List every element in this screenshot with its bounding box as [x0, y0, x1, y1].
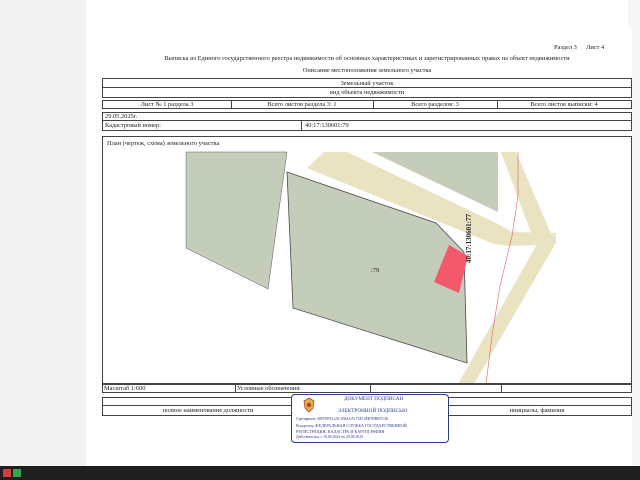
cell-divider: [370, 385, 371, 392]
sheet-number: Лист № 1 раздела 3: [140, 101, 194, 108]
object-caption-row: вид объекта недвижимости: [102, 88, 632, 98]
neighbor-parcel-left: [185, 151, 288, 290]
neighbor-parcel-label: 40:17:130601:77: [465, 214, 473, 263]
total-sheets-section: Всего листов раздела 3: 1: [267, 101, 337, 108]
extract-date: 29.05.2025г.: [105, 113, 138, 120]
symbols-label: Условные обозначения:: [237, 385, 301, 392]
cell-divider: [301, 121, 302, 130]
total-sheets-extract: Всего листов выписки: 4: [530, 101, 598, 108]
plan-map: [185, 151, 556, 383]
stamp-title: ДОКУМЕНТ ПОДПИСАН: [344, 396, 404, 402]
section-label: Раздел 3: [554, 44, 577, 51]
object-type-caption: вид объекта недвижимости: [329, 89, 405, 96]
taskbar-app-icon[interactable]: [13, 469, 21, 477]
legend-row: Масштаб 1:600 Условные обозначения:: [102, 384, 632, 393]
scale-label: Масштаб 1:600: [104, 385, 146, 392]
sheet-info-row: Лист № 1 раздела 3 Всего листов раздела …: [102, 100, 632, 109]
stamp-owner-line1: Владелец: ФЕДЕРАЛЬНАЯ СЛУЖБА ГОСУДАРСТВЕ…: [296, 423, 407, 428]
stamp-certificate: Сертификат: 00FF0FE12AC0384AA172E14FB7BB…: [296, 417, 389, 421]
taskbar: [0, 466, 640, 480]
stamp-owner-line2: РЕГИСТРАЦИИ, КАДАСТРА И КАРТОГРАФИИ: [296, 429, 385, 434]
object-type: Земельный участок: [340, 80, 394, 87]
emblem-icon: [303, 397, 315, 413]
e-signature-stamp: ДОКУМЕНТ ПОДПИСАН ЭЛЕКТРОННОЙ ПОДПИСЬЮ С…: [291, 394, 449, 443]
document-subtitle: Описание местоположения земельного участ…: [302, 67, 432, 74]
cell-divider: [501, 385, 502, 392]
cadastral-number: 40:17:130601:79: [305, 122, 349, 129]
viewer-left-gutter: [0, 0, 86, 466]
sheet-label: Лист 4: [586, 44, 605, 51]
date-row: 29.05.2025г.: [102, 112, 632, 121]
cadastral-row: Кадастровый номер: 40:17:130601:79: [102, 121, 632, 131]
cadastral-label: Кадастровый номер:: [105, 122, 161, 129]
parcel-label: :79: [371, 267, 380, 274]
position-caption: полное наименование должности: [162, 407, 254, 414]
stamp-validity: Действителен: с 10.06.2024 по 29.08.2025: [296, 435, 364, 439]
document-title: Выписка из Единого государственного реес…: [164, 55, 570, 62]
plan-frame: План (чертеж, схема) земельного участка …: [102, 136, 632, 384]
stamp-subtitle: ЭЛЕКТРОННОЙ ПОДПИСЬЮ: [338, 408, 408, 414]
cell-divider: [235, 385, 236, 392]
name-caption: инициалы, фамилия: [509, 407, 565, 414]
object-type-row: Земельный участок: [102, 78, 632, 88]
total-sections: Всего разделов: 3: [411, 101, 459, 108]
taskbar-app-icons[interactable]: [3, 469, 11, 477]
